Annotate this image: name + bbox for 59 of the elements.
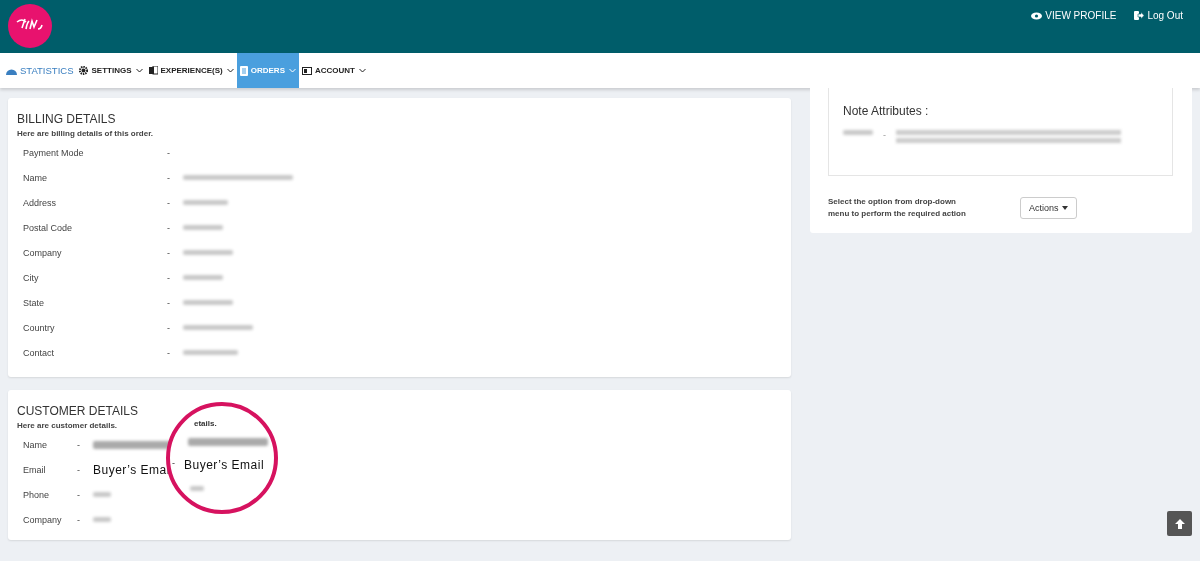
field-label: Payment Mode	[22, 147, 85, 158]
field-label: Postal Code	[22, 222, 74, 233]
scroll-top-button[interactable]	[1167, 511, 1192, 536]
field-label: Contact	[22, 347, 56, 358]
field-label: Name	[22, 172, 48, 183]
nav-tab[interactable]: STATISTICS	[6, 53, 77, 88]
gear-icon	[79, 66, 89, 75]
arrow-up-icon	[1173, 517, 1186, 530]
field-label: Email	[22, 464, 47, 475]
nav-tab[interactable]: EXPERIENCE(S)	[145, 53, 237, 88]
field-label: Company	[22, 514, 63, 525]
field-label: Country	[22, 322, 56, 333]
separator: -	[167, 147, 171, 158]
section-subtitle: Here are customer details.	[17, 421, 118, 430]
actions-dropdown[interactable]: Actions	[1020, 197, 1077, 219]
separator: -	[167, 222, 171, 233]
action-hint: Select the option from drop-down menu to perform the required action	[828, 196, 967, 220]
blurred-value	[843, 130, 873, 135]
pages-icon	[148, 66, 158, 75]
document-icon	[239, 65, 248, 76]
separator: -	[167, 172, 171, 183]
note-title: Note Attributes :	[843, 104, 930, 118]
field-label: State	[22, 297, 45, 308]
section-title: BILLING DETAILS	[17, 112, 117, 126]
lens-text: etails.	[194, 419, 217, 428]
separator: -	[172, 458, 175, 468]
separator: -	[77, 439, 81, 450]
separator: -	[77, 514, 81, 525]
separator: -	[883, 130, 886, 140]
field-value: Buyer’s Email	[184, 458, 265, 472]
separator: -	[167, 247, 171, 258]
header-link[interactable]: VIEW PROFILE	[1031, 10, 1117, 21]
field-label: Address	[22, 197, 58, 208]
livmo-logo[interactable]	[8, 4, 52, 48]
caret-icon	[226, 68, 234, 73]
section-subtitle: Here are billing details of this order.	[17, 129, 154, 138]
section-title: CUSTOMER DETAILS	[17, 404, 139, 418]
blurred-value	[190, 486, 204, 491]
eye-icon	[1031, 11, 1043, 20]
card-icon	[301, 66, 312, 75]
nav-tab[interactable]: SETTINGS	[76, 53, 146, 88]
separator: -	[167, 347, 171, 358]
caret-icon	[288, 68, 296, 73]
separator: -	[167, 297, 171, 308]
caret-icon	[358, 68, 366, 73]
logout-icon	[1134, 11, 1145, 20]
field-label: Name	[22, 439, 48, 450]
caret-icon	[135, 68, 143, 73]
separator: -	[167, 322, 171, 333]
separator: -	[167, 272, 171, 283]
caret-icon	[1061, 206, 1068, 210]
nav-tab[interactable]: ACCOUNT	[298, 53, 369, 88]
field-label: City	[22, 272, 40, 283]
header-link[interactable]: Log Out	[1134, 10, 1183, 21]
separator: -	[167, 197, 171, 208]
separator: -	[77, 464, 81, 475]
field-label: Company	[22, 247, 63, 258]
separator: -	[77, 489, 81, 500]
field-label: Phone	[22, 489, 51, 500]
